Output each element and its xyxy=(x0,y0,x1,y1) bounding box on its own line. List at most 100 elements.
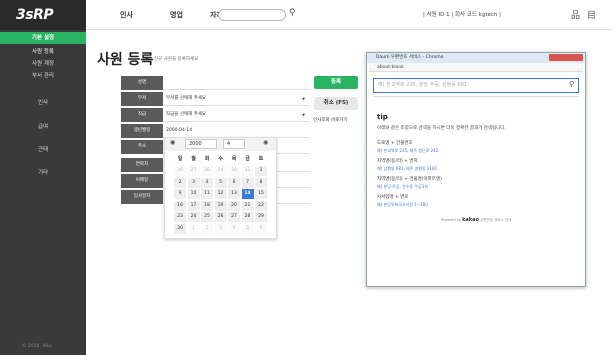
calendar-day[interactable]: 8 xyxy=(255,177,267,188)
example-text: 예) 삼평동 681, 제주 영평동 2181 xyxy=(377,166,438,171)
calendar-day[interactable]: 7 xyxy=(241,177,254,188)
calendar-day[interactable]: 19 xyxy=(214,200,227,211)
calendar-day[interactable]: 3 xyxy=(187,177,200,188)
example-text: 예) 판교역로 235, 제주 첨단로 242 xyxy=(377,148,439,153)
search-icon[interactable]: ⚲ xyxy=(289,8,296,18)
datepicker: ◉ 2000 4 ◉ 일 월 화 수 목 금 토 26 27 28 29 30 31 1 2 3 4 5 6 7 8 9 1… xyxy=(164,137,277,239)
weekday-header: 월 xyxy=(191,156,196,162)
calendar-day[interactable]: 6 xyxy=(255,223,267,234)
month-select[interactable]: 4 xyxy=(223,139,245,149)
calendar-day[interactable]: 4 xyxy=(228,223,240,234)
calendar-day[interactable]: 17 xyxy=(187,200,200,211)
hr-lookup-link[interactable]: 인사조회 바로가기 xyxy=(313,117,348,123)
field-label: 부서 xyxy=(121,92,163,106)
sidebar-item-basic-settings[interactable]: 기본 설정 xyxy=(0,32,86,44)
calendar-day[interactable]: 16 xyxy=(174,200,186,211)
org-chart-icon[interactable]: 品 xyxy=(571,8,580,21)
app-logo[interactable]: 3sRP xyxy=(0,0,86,30)
page-subtitle: 신규 사원을 등록하세요 xyxy=(154,57,199,62)
sidebar-item-employee-register[interactable]: 사원 등록 xyxy=(0,46,86,58)
field-label: 주소 xyxy=(121,140,163,154)
calendar-day[interactable]: 12 xyxy=(214,189,227,199)
field-label: 연락처 xyxy=(121,158,163,172)
calendar-day[interactable]: 2 xyxy=(201,223,213,234)
calendar-day[interactable]: 30 xyxy=(174,223,186,234)
form-row-name: 성명 xyxy=(121,76,310,90)
nav-hr[interactable]: 인사 xyxy=(120,0,133,30)
sidebar-item-payroll[interactable]: 급여 xyxy=(0,121,86,133)
calendar-day[interactable]: 18 xyxy=(201,200,213,211)
cancel-button[interactable]: 취소 (F5) xyxy=(314,97,358,110)
calendar-day[interactable]: 3 xyxy=(214,223,227,234)
calendar-day[interactable]: 27 xyxy=(187,166,200,176)
nav-sales[interactable]: 영업 xyxy=(170,0,183,30)
calendar-day[interactable]: 1 xyxy=(255,166,267,176)
weekday-header: 화 xyxy=(204,156,210,162)
divider xyxy=(373,96,579,97)
weekday-header: 일 xyxy=(177,156,183,162)
menu-icon[interactable]: 目 xyxy=(587,8,596,21)
calendar-day[interactable]: 15 xyxy=(255,189,267,199)
calendar-day[interactable]: 28 xyxy=(241,212,254,222)
calendar-day[interactable]: 5 xyxy=(214,177,227,188)
calendar-day[interactable]: 26 xyxy=(214,212,227,222)
sidebar: 3sRP 기본 설정 사원 등록 사원 계정 부서 관리 인사 급여 근태 기타… xyxy=(0,0,86,355)
calendar-day[interactable]: 21 xyxy=(241,200,254,211)
prev-month-icon[interactable]: ◉ xyxy=(170,139,175,146)
window-controls-icon[interactable] xyxy=(549,54,583,61)
register-button[interactable]: 등록 xyxy=(314,76,358,89)
name-field[interactable] xyxy=(163,76,310,90)
search-input[interactable] xyxy=(218,9,286,21)
calendar-day[interactable]: 2 xyxy=(174,177,186,188)
weekday-header: 목 xyxy=(231,156,237,162)
example-text: 예) 분당 주공, 연수동 주공3차 xyxy=(377,184,428,189)
field-label: 이메일 xyxy=(121,174,163,188)
sidebar-item-etc[interactable]: 기타 xyxy=(0,167,86,179)
user-info: | 사원 ID 1 | 회사 코드 kgtech | xyxy=(423,12,501,18)
next-month-icon[interactable]: ◉ xyxy=(263,139,268,146)
calendar-day[interactable]: 11 xyxy=(201,189,213,199)
calendar-day[interactable]: 6 xyxy=(228,177,240,188)
calendar-day[interactable]: 27 xyxy=(228,212,240,222)
postcode-search-input[interactable]: 예) 판교역로 235, 분당 주공, 삼평동 681 xyxy=(373,78,579,93)
form-row-position: 직급 직급을 선택해 주세요 ▼ xyxy=(121,108,310,122)
calendar-day[interactable]: 29 xyxy=(214,166,227,176)
calendar-day[interactable]: 13 xyxy=(228,189,240,199)
search-icon[interactable]: ⚲ xyxy=(569,80,574,88)
datepicker-header: ◉ 2000 4 ◉ xyxy=(165,138,276,151)
calendar-day[interactable]: 31 xyxy=(241,166,254,176)
calendar-day[interactable]: 28 xyxy=(201,166,213,176)
birthdate-field[interactable]: 2000-04-14 xyxy=(163,124,310,138)
weekday-header: 토 xyxy=(258,156,264,162)
calendar-day[interactable]: 5 xyxy=(241,223,254,234)
postcode-popup-window: Daum 우편번호 서비스 - Chrome about:blank 예) 판교… xyxy=(366,52,586,287)
position-select[interactable]: 직급을 선택해 주세요 ▼ xyxy=(163,108,310,122)
tip-title: tip xyxy=(377,113,388,121)
sidebar-item-attendance[interactable]: 근태 xyxy=(0,144,86,156)
calendar-day[interactable]: 29 xyxy=(255,212,267,222)
calendar-day[interactable]: 30 xyxy=(228,166,240,176)
calendar-day[interactable]: 26 xyxy=(174,166,186,176)
calendar-day[interactable]: 10 xyxy=(187,189,200,199)
form-row-birthdate: 생년월일 2000-04-14 xyxy=(121,124,310,138)
calendar-day[interactable]: 25 xyxy=(201,212,213,222)
calendar-day[interactable]: 1 xyxy=(187,223,200,234)
calendar-day[interactable]: 9 xyxy=(174,189,186,199)
sidebar-item-department[interactable]: 부서 관리 xyxy=(0,70,86,82)
calendar-day[interactable]: 23 xyxy=(174,212,186,222)
weekday-header: 수 xyxy=(218,156,223,162)
footer-powered: Powered by xyxy=(440,218,461,222)
sidebar-item-employee-account[interactable]: 사원 계정 xyxy=(0,58,86,70)
sidebar-item-hr[interactable]: 인사 xyxy=(0,97,86,109)
calendar-day[interactable]: 20 xyxy=(228,200,240,211)
calendar-day[interactable]: 4 xyxy=(201,177,213,188)
footer-service-link[interactable]: 우편번호 서비스 안내 xyxy=(480,218,511,222)
field-label: 직급 xyxy=(121,108,163,122)
kakao-logo: kakao xyxy=(462,217,479,223)
calendar-day[interactable]: 14 xyxy=(241,189,254,199)
year-select[interactable]: 2000 xyxy=(185,139,217,149)
department-select[interactable]: 부서를 선택해 주세요 ▼ xyxy=(163,92,310,106)
field-label: 성명 xyxy=(121,76,163,90)
calendar-day[interactable]: 22 xyxy=(255,200,267,211)
calendar-day[interactable]: 24 xyxy=(187,212,200,222)
